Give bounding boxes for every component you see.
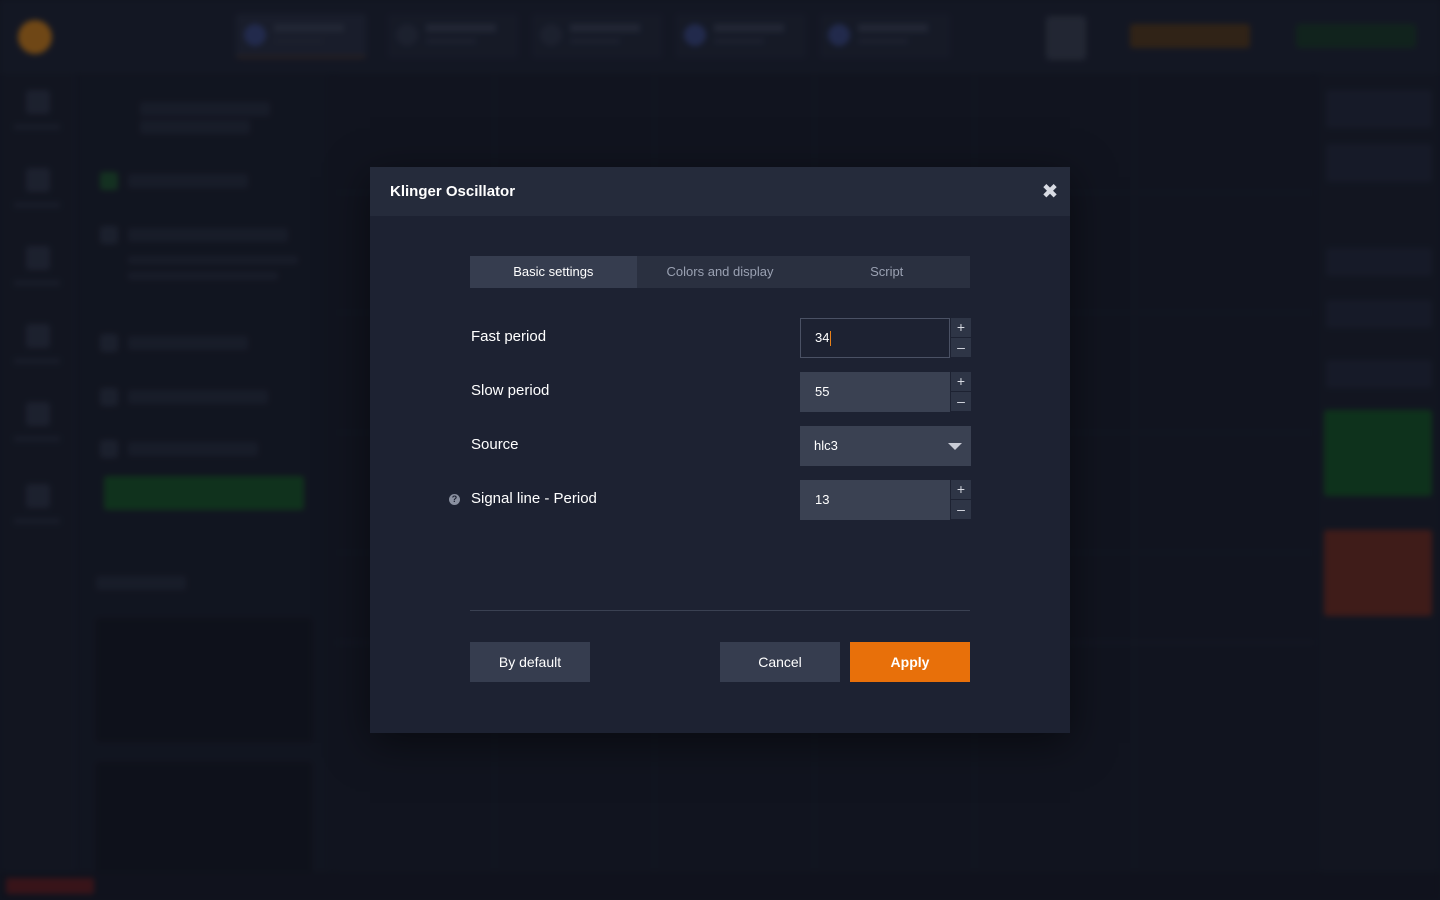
chevron-down-icon — [948, 443, 962, 450]
slow-period-input[interactable]: 55 — [800, 372, 950, 412]
fast-period-increment-button[interactable]: + — [951, 318, 971, 337]
text-caret — [830, 331, 832, 347]
signal-period-input[interactable]: 13 — [800, 480, 950, 520]
tab-script[interactable]: Script — [803, 256, 970, 288]
signal-period-label: Signal line - Period — [471, 490, 597, 507]
dialog-header: Klinger Oscillator ✖ — [370, 167, 1070, 216]
source-label: Source — [471, 436, 519, 453]
by-default-button[interactable]: By default — [470, 642, 590, 682]
apply-button[interactable]: Apply — [850, 642, 970, 682]
fast-period-input[interactable]: 34 — [800, 318, 950, 358]
tab-basic-settings[interactable]: Basic settings — [470, 256, 637, 288]
cancel-button[interactable]: Cancel — [720, 642, 840, 682]
help-icon[interactable]: ? — [449, 494, 460, 505]
fast-period-label: Fast period — [471, 328, 547, 345]
signal-period-decrement-button[interactable]: – — [951, 500, 971, 519]
slow-period-label: Slow period — [471, 382, 550, 399]
tab-colors-and-display[interactable]: Colors and display — [637, 256, 804, 288]
dialog-title: Klinger Oscillator — [390, 183, 516, 200]
source-select[interactable]: hlc3 — [800, 426, 971, 466]
signal-period-increment-button[interactable]: + — [951, 480, 971, 499]
slow-period-decrement-button[interactable]: – — [951, 392, 971, 411]
fast-period-decrement-button[interactable]: – — [951, 338, 971, 357]
settings-tabs: Basic settings Colors and display Script — [470, 256, 970, 288]
source-select-value: hlc3 — [814, 438, 838, 453]
divider — [470, 610, 970, 611]
indicator-settings-dialog: Klinger Oscillator ✖ Basic settings Colo… — [370, 167, 1070, 733]
fast-period-value: 34 — [815, 330, 830, 345]
close-icon[interactable]: ✖ — [1040, 182, 1060, 202]
slow-period-increment-button[interactable]: + — [951, 372, 971, 391]
